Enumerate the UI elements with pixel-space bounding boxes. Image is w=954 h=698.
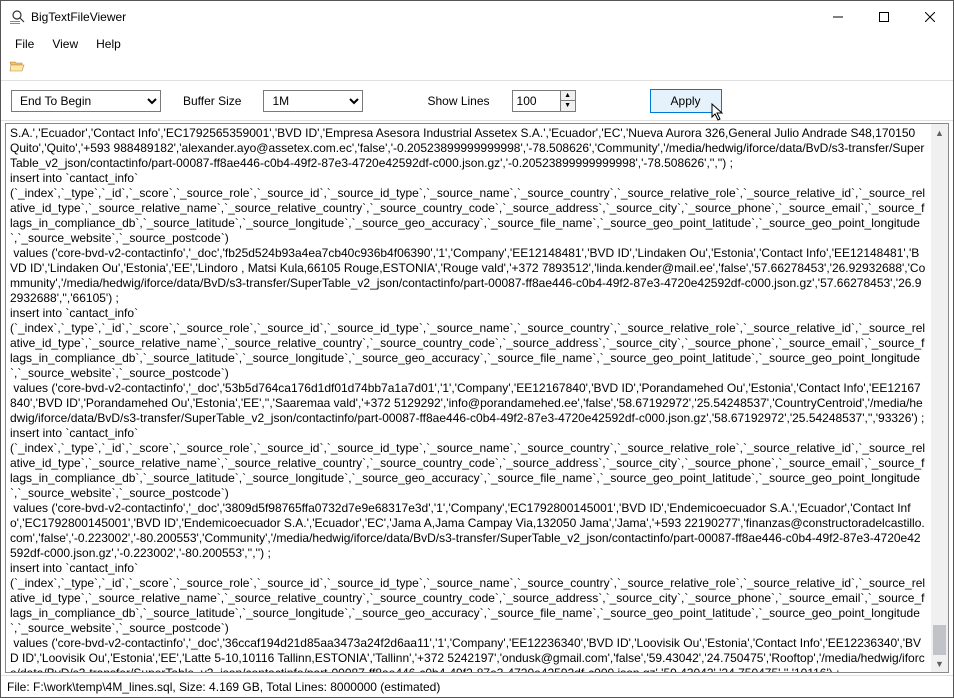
show-lines-down[interactable]: ▼ [561,101,575,111]
folder-open-icon [9,58,25,77]
window-title: BigTextFileViewer [31,10,815,24]
options-bar: End To Begin Buffer Size 1M Show Lines ▲… [1,81,953,121]
close-button[interactable] [907,1,953,33]
show-lines-label: Show Lines [427,94,489,108]
app-icon [9,9,25,25]
show-lines-up[interactable]: ▲ [561,91,575,102]
menu-bar: File View Help [1,33,953,55]
scroll-thumb[interactable] [933,625,946,655]
buffer-size-dropdown[interactable]: 1M [263,90,363,112]
scroll-up-arrow[interactable]: ▲ [931,124,948,141]
apply-button-label: Apply [671,94,701,108]
scroll-down-arrow[interactable]: ▼ [931,655,948,672]
buffer-size-label: Buffer Size [183,94,241,108]
title-bar: BigTextFileViewer [1,1,953,33]
file-content-text[interactable]: S.A.','Ecuador','Contact Info','EC179256… [6,124,931,672]
show-lines-stepper: ▲ ▼ [512,90,576,112]
app-window: BigTextFileViewer File View Help [0,0,954,698]
toolbar [1,55,953,81]
sort-mode-dropdown[interactable]: End To Begin [11,90,161,112]
minimize-button[interactable] [815,1,861,33]
apply-button[interactable]: Apply [650,89,722,113]
menu-file[interactable]: File [7,35,42,53]
status-text: File: F:\work\temp\4M_lines.sql, Size: 4… [7,680,440,694]
open-file-button[interactable] [7,58,27,78]
status-bar: File: F:\work\temp\4M_lines.sql, Size: 4… [1,675,953,697]
menu-help[interactable]: Help [88,35,129,53]
scroll-track[interactable] [931,141,948,655]
maximize-button[interactable] [861,1,907,33]
vertical-scrollbar[interactable]: ▲ ▼ [931,124,948,672]
menu-view[interactable]: View [44,35,86,53]
show-lines-input[interactable] [512,90,560,112]
content-area: S.A.','Ecuador','Contact Info','EC179256… [5,123,949,673]
